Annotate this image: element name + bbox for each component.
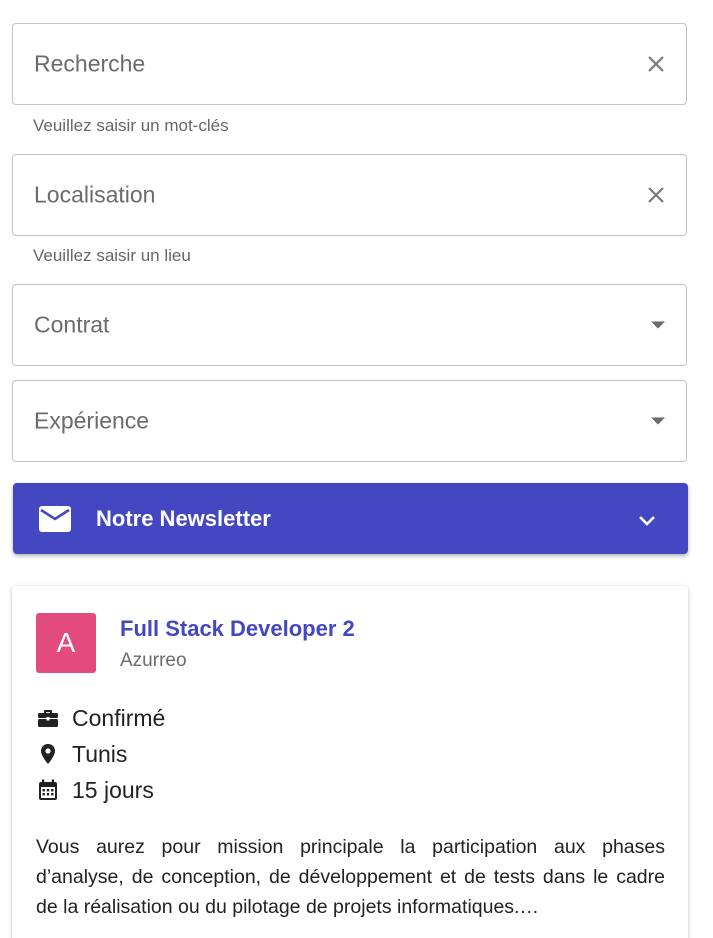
experience-select[interactable]: Expérience (12, 380, 687, 462)
calendar-icon (39, 779, 57, 800)
contract-select[interactable]: Contrat (12, 284, 687, 366)
close-icon[interactable] (644, 183, 668, 207)
newsletter-accordion[interactable]: Notre Newsletter (13, 483, 688, 554)
job-location: Tunis (72, 740, 128, 767)
company-name: Azurreo (120, 650, 187, 671)
job-title-link[interactable]: Full Stack Developer 2 (120, 616, 355, 642)
location-row: Tunis (36, 739, 127, 769)
briefcase-icon (38, 710, 58, 727)
caret-down-icon (651, 417, 665, 425)
experience-level-row: Confirmé (36, 703, 165, 733)
search-placeholder: Recherche (34, 50, 146, 77)
job-card[interactable]: A Full Stack Developer 2 Azurreo Confirm… (12, 586, 688, 938)
location-helper-text: Veuillez saisir un lieu (33, 246, 191, 265)
search-helper-text: Veuillez saisir un mot-clés (33, 116, 229, 135)
experience-level: Confirmé (72, 704, 166, 731)
caret-down-icon (651, 321, 665, 329)
experience-placeholder: Expérience (34, 407, 150, 434)
job-search-page: Recherche Veuillez saisir un mot-clés Lo… (0, 0, 713, 938)
close-icon[interactable] (644, 52, 668, 76)
posted-row: 15 jours (36, 775, 154, 805)
chevron-down-icon[interactable] (636, 509, 658, 531)
location-field[interactable]: Localisation (12, 154, 687, 236)
job-description: Vous aurez pour mission principale la pa… (36, 836, 665, 918)
location-placeholder: Localisation (34, 181, 156, 208)
search-field[interactable]: Recherche (12, 23, 687, 105)
company-avatar: A (36, 613, 96, 673)
posted-date: 15 jours (72, 776, 154, 803)
map-pin-icon (41, 744, 55, 764)
mail-icon (39, 506, 71, 532)
newsletter-title: Notre Newsletter (96, 505, 271, 531)
contract-placeholder: Contrat (34, 311, 110, 338)
